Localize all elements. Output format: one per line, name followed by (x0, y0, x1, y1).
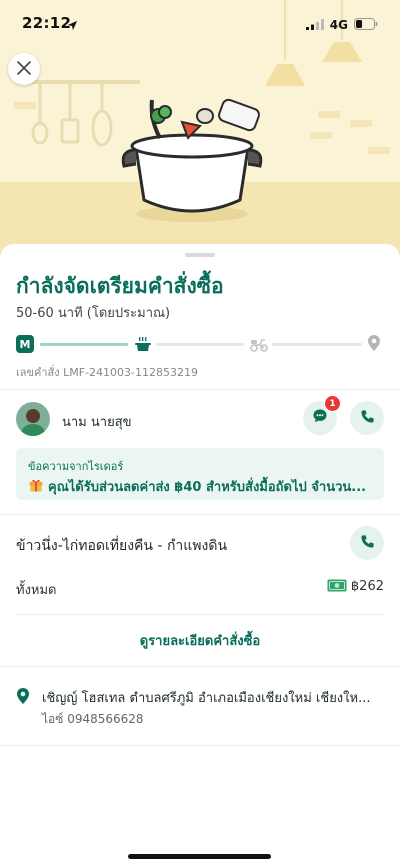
order-status-sheet: กำลังจัดเตรียมคำสั่งซื้อ 50-60 นาที (โดย… (0, 244, 400, 866)
rider-message-card[interactable]: ข้อความจากไรเดอร์ คุณได้รับส่วนลดค่าส่ง … (16, 448, 384, 500)
progress-segment-pending (156, 343, 244, 346)
cooking-pot-icon (134, 336, 152, 356)
destination-pin-icon (367, 334, 381, 356)
battery-icon (354, 15, 378, 34)
rider-message-caption: ข้อความจากไรเดอร์ (28, 460, 124, 473)
total-label: ทั้งหมด (16, 583, 57, 598)
progress-segment-pending (272, 343, 362, 346)
order-number: เลขคำสั่ง LMF-241003-112853219 (16, 366, 198, 379)
call-restaurant-button[interactable] (350, 526, 384, 560)
call-rider-button[interactable] (350, 401, 384, 435)
rider-avatar[interactable] (16, 402, 50, 436)
phone-icon (360, 534, 375, 553)
signal-bars-icon (305, 15, 324, 34)
divider (0, 745, 400, 746)
close-button[interactable] (8, 53, 40, 85)
gift-icon (28, 477, 44, 497)
cash-icon (327, 577, 347, 596)
view-order-details-link[interactable]: ดูรายละเอียดคำสั่งซื้อ (0, 630, 400, 651)
rider-message-text: คุณได้รับส่วนลดค่าส่ง ฿40 สำหรับสั่งมื้อ… (48, 480, 367, 495)
order-total: ฿262 (327, 577, 384, 596)
home-indicator (128, 854, 271, 859)
rider-name: นาม นายสุข (62, 415, 132, 430)
divider (0, 514, 400, 515)
recipient-contact: ไอซ์ 0948566628 (42, 712, 144, 726)
divider (0, 666, 400, 667)
order-progress-tracker: M (16, 334, 384, 356)
rider-message: คุณได้รับส่วนลดค่าส่ง ฿40 สำหรับสั่งมื้อ… (28, 476, 378, 497)
order-status-title: กำลังจัดเตรียมคำสั่งซื้อ (16, 274, 224, 298)
scooter-icon (250, 337, 268, 356)
restaurant-name: ข้าวนึ่ง-ไก่ทอดเที่ยงคืน - กำแพงดิน (16, 538, 228, 554)
divider (0, 389, 400, 390)
status-time: 22:12 (22, 14, 72, 32)
sheet-grabber[interactable] (185, 253, 215, 257)
network-type: 4G (329, 17, 348, 32)
phone-icon (360, 409, 375, 428)
eta-text: 50-60 นาที (โดยประมาณ) (16, 306, 171, 321)
location-arrow-icon (67, 16, 78, 35)
store-m-icon: M (16, 335, 34, 353)
location-pin-icon (16, 687, 30, 709)
chat-bubble-icon (312, 408, 328, 428)
close-icon (17, 60, 31, 79)
progress-segment-done (40, 343, 128, 346)
delivery-address: เชิญญ์ โฮสเทล ตำบลศรีภูมิ อำเภอเมืองเชีย… (42, 691, 371, 706)
total-value: ฿262 (350, 579, 384, 594)
status-bar: 22:12 4G (0, 0, 400, 46)
unread-badge: 1 (324, 395, 341, 412)
divider (16, 614, 384, 615)
status-indicators: 4G (305, 15, 378, 34)
